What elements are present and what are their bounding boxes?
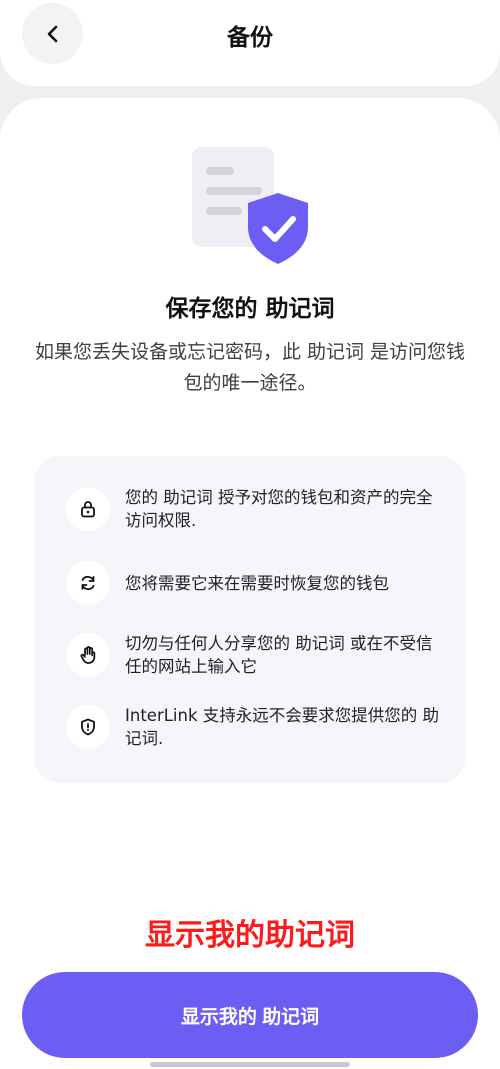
lock-icon — [81, 501, 95, 518]
tip-text: 您的 助记词 授予对您的钱包和资产的完全访问权限. — [125, 488, 433, 530]
tip-item: 您的 助记词 授予对您的钱包和资产的完全访问权限. — [66, 486, 444, 532]
tip-item: 您将需要它来在需要时恢复您的钱包 — [66, 561, 444, 605]
tip-item: 切勿与任何人分享您的 助记词 或在不受信任的网站上输入它 — [66, 632, 444, 678]
tip-text: InterLink 支持永远不会要求您提供您的 助记词. — [125, 706, 440, 748]
backup-heading: 保存您的 助记词 — [165, 296, 335, 322]
app-header: 备份 — [0, 0, 500, 86]
tips-panel: 您的 助记词 授予对您的钱包和资产的完全访问权限. 您将需要它来在需要时恢复您的… — [34, 456, 466, 783]
tip-text: 您将需要它来在需要时恢复您的钱包 — [125, 573, 389, 593]
refresh-icon — [81, 575, 95, 591]
shield-alert-icon — [81, 718, 95, 736]
backup-description: 如果您丢失设备或忘记密码，此 助记词 是访问您钱包的唯一途径。 — [34, 341, 466, 394]
show-recovery-phrase-button[interactable]: 显示我的 助记词 — [22, 972, 478, 1058]
hand-stop-icon — [80, 646, 96, 664]
show-phrase-annotation: 显示我的助记词 — [145, 918, 355, 953]
home-indicator — [150, 1062, 350, 1067]
document-shield-icon — [192, 147, 308, 264]
tip-item: InterLink 支持永远不会要求您提供您的 助记词. — [66, 704, 444, 750]
page-title: 备份 — [227, 25, 273, 51]
tip-text: 切勿与任何人分享您的 助记词 或在不受信任的网站上输入它 — [125, 634, 433, 676]
